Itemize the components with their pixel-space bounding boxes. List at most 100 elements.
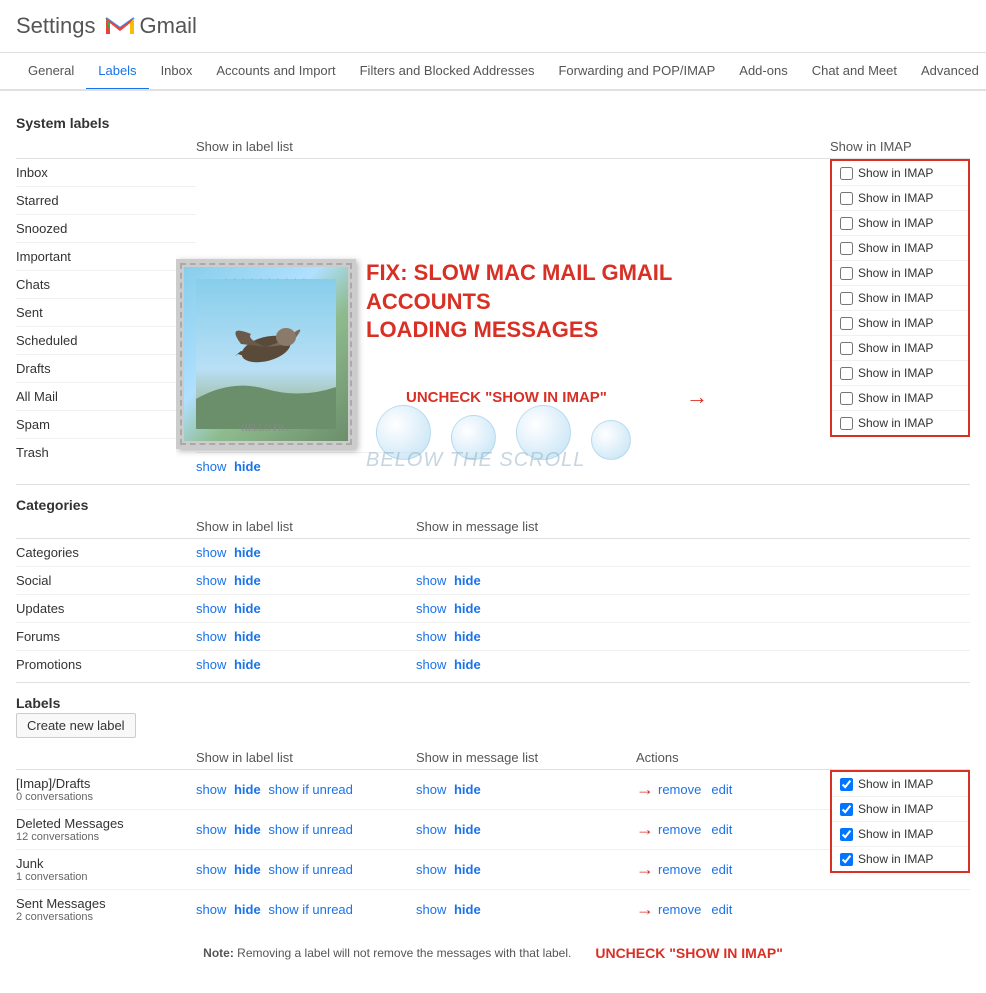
imap-lbl-row-1: Show in IMAP — [832, 772, 968, 797]
sent-msgs-edit[interactable]: edit — [711, 902, 732, 917]
lbl-conv-junk: 1 conversation — [16, 871, 196, 883]
tab-chat[interactable]: Chat and Meet — [800, 53, 909, 91]
sent-msgs-msg-show[interactable]: show — [416, 902, 446, 917]
imap-lbl-checkbox-3[interactable] — [840, 828, 853, 841]
tab-filters[interactable]: Filters and Blocked Addresses — [348, 53, 547, 91]
junk-msg-show[interactable]: show — [416, 862, 446, 877]
cat-social-msg-show[interactable]: show — [416, 573, 446, 588]
cat-social-hide[interactable]: hide — [234, 573, 261, 588]
sent-msgs-show-unread[interactable]: show if unread — [268, 902, 353, 917]
sent-msgs-arrow: → — [636, 899, 654, 920]
lbl-name-sent-msgs: Sent Messages — [16, 896, 196, 911]
cat-updates-msg-hide[interactable]: hide — [454, 601, 481, 616]
create-new-label-button[interactable]: Create new label — [16, 713, 136, 738]
cat-updates-show[interactable]: show — [196, 601, 226, 616]
imap-checkbox-snoozed[interactable] — [840, 217, 853, 230]
deleted-msgs-edit[interactable]: edit — [711, 822, 732, 837]
trash-hide-link[interactable]: hide — [234, 459, 261, 474]
cat-promotions-show[interactable]: show — [196, 657, 226, 672]
cat-col-show-label: Show in label list — [196, 519, 416, 534]
imap-checkbox-chats[interactable] — [840, 267, 853, 280]
deleted-msgs-msg-show[interactable]: show — [416, 822, 446, 837]
junk-edit[interactable]: edit — [711, 862, 732, 877]
lbl-conv-imap-drafts: 0 conversations — [16, 791, 196, 803]
imap-checkbox-trash[interactable] — [840, 417, 853, 430]
cat-forums-show[interactable]: show — [196, 629, 226, 644]
cat-promotions-hide[interactable]: hide — [234, 657, 261, 672]
imap-drafts-show-unread[interactable]: show if unread — [268, 782, 353, 797]
labels-title: Labels — [16, 687, 970, 713]
cat-name-forums: Forums — [16, 629, 196, 644]
tab-forwarding[interactable]: Forwarding and POP/IMAP — [546, 53, 727, 91]
cat-promotions-msg-hide[interactable]: hide — [454, 657, 481, 672]
imap-checkbox-allmail[interactable] — [840, 367, 853, 380]
spam-hide-link[interactable]: hide — [234, 431, 261, 446]
imap-checkbox-important[interactable] — [840, 242, 853, 255]
tab-accounts[interactable]: Accounts and Import — [204, 53, 347, 91]
sent-msgs-hide[interactable]: hide — [234, 902, 261, 917]
junk-show-unread[interactable]: show if unread — [268, 862, 353, 877]
deleted-msgs-msg-hide[interactable]: hide — [454, 822, 481, 837]
overlay-headline: FIX: SLOW MAC MAIL GMAIL ACCOUNTS LOADIN… — [366, 259, 766, 345]
tab-advanced[interactable]: Advanced — [909, 53, 986, 91]
col-header-imap-top: Show in IMAP — [830, 139, 970, 154]
overlay-arrow: → — [686, 384, 708, 410]
label-row-spam: Spam — [16, 411, 196, 439]
cat-forums-msg-hide[interactable]: hide — [454, 629, 481, 644]
cat-categories-msg — [416, 545, 656, 560]
cat-updates-hide[interactable]: hide — [234, 601, 261, 616]
imap-checkbox-sent[interactable] — [840, 292, 853, 305]
imap-drafts-remove[interactable]: remove — [658, 782, 701, 797]
junk-msg-hide[interactable]: hide — [454, 862, 481, 877]
imap-drafts-arrow: → — [636, 779, 654, 800]
deleted-msgs-show-unread[interactable]: show if unread — [268, 822, 353, 837]
spam-show-link[interactable]: show — [196, 431, 226, 446]
imap-checkbox-inbox[interactable] — [840, 167, 853, 180]
tab-general[interactable]: General — [16, 53, 86, 91]
tab-addons[interactable]: Add-ons — [727, 53, 799, 91]
imap-lbl-row-2: Show in IMAP — [832, 797, 968, 822]
junk-show[interactable]: show — [196, 862, 226, 877]
tab-labels[interactable]: Labels — [86, 53, 148, 91]
cat-name-updates: Updates — [16, 601, 196, 616]
imap-label-trash: Show in IMAP — [858, 416, 933, 430]
cat-categories-show[interactable]: show — [196, 545, 226, 560]
cat-social-msg-hide[interactable]: hide — [454, 573, 481, 588]
imap-checkbox-spam[interactable] — [840, 392, 853, 405]
junk-remove[interactable]: remove — [658, 862, 701, 877]
col-header-label — [16, 139, 196, 154]
imap-drafts-msg-show[interactable]: show — [416, 782, 446, 797]
cat-categories-hide[interactable]: hide — [234, 545, 261, 560]
imap-checkbox-scheduled[interactable] — [840, 317, 853, 330]
cat-row-social: Social show hide show hide — [16, 567, 970, 595]
imap-lbl-checkbox-1[interactable] — [840, 778, 853, 791]
label-name-allmail: All Mail — [16, 389, 58, 404]
cat-social-show[interactable]: show — [196, 573, 226, 588]
deleted-msgs-remove[interactable]: remove — [658, 822, 701, 837]
sent-msgs-msg-hide[interactable]: hide — [454, 902, 481, 917]
cat-updates-msg-show[interactable]: show — [416, 601, 446, 616]
label-name-trash: Trash — [16, 445, 49, 460]
deleted-msgs-hide[interactable]: hide — [234, 822, 261, 837]
deleted-msgs-show[interactable]: show — [196, 822, 226, 837]
imap-drafts-msg-hide[interactable]: hide — [454, 782, 481, 797]
cat-forums-hide[interactable]: hide — [234, 629, 261, 644]
sent-msgs-remove[interactable]: remove — [658, 902, 701, 917]
sent-msgs-show[interactable]: show — [196, 902, 226, 917]
note-row: Note: Removing a label will not remove t… — [16, 929, 970, 977]
spam-show-unread-link[interactable]: show if unread — [268, 431, 353, 446]
imap-lbl-checkbox-2[interactable] — [840, 803, 853, 816]
cat-forums-msg-show[interactable]: show — [416, 629, 446, 644]
tab-inbox[interactable]: Inbox — [149, 53, 205, 91]
imap-checkbox-starred[interactable] — [840, 192, 853, 205]
gmail-m-logo — [104, 10, 136, 42]
imap-checkbox-drafts[interactable] — [840, 342, 853, 355]
junk-hide[interactable]: hide — [234, 862, 261, 877]
imap-drafts-hide[interactable]: hide — [234, 782, 261, 797]
lbl-col-actions: Actions — [636, 750, 796, 765]
trash-show-link[interactable]: show — [196, 459, 226, 474]
imap-lbl-checkbox-4[interactable] — [840, 853, 853, 866]
imap-drafts-show[interactable]: show — [196, 782, 226, 797]
imap-drafts-edit[interactable]: edit — [711, 782, 732, 797]
cat-promotions-msg-show[interactable]: show — [416, 657, 446, 672]
